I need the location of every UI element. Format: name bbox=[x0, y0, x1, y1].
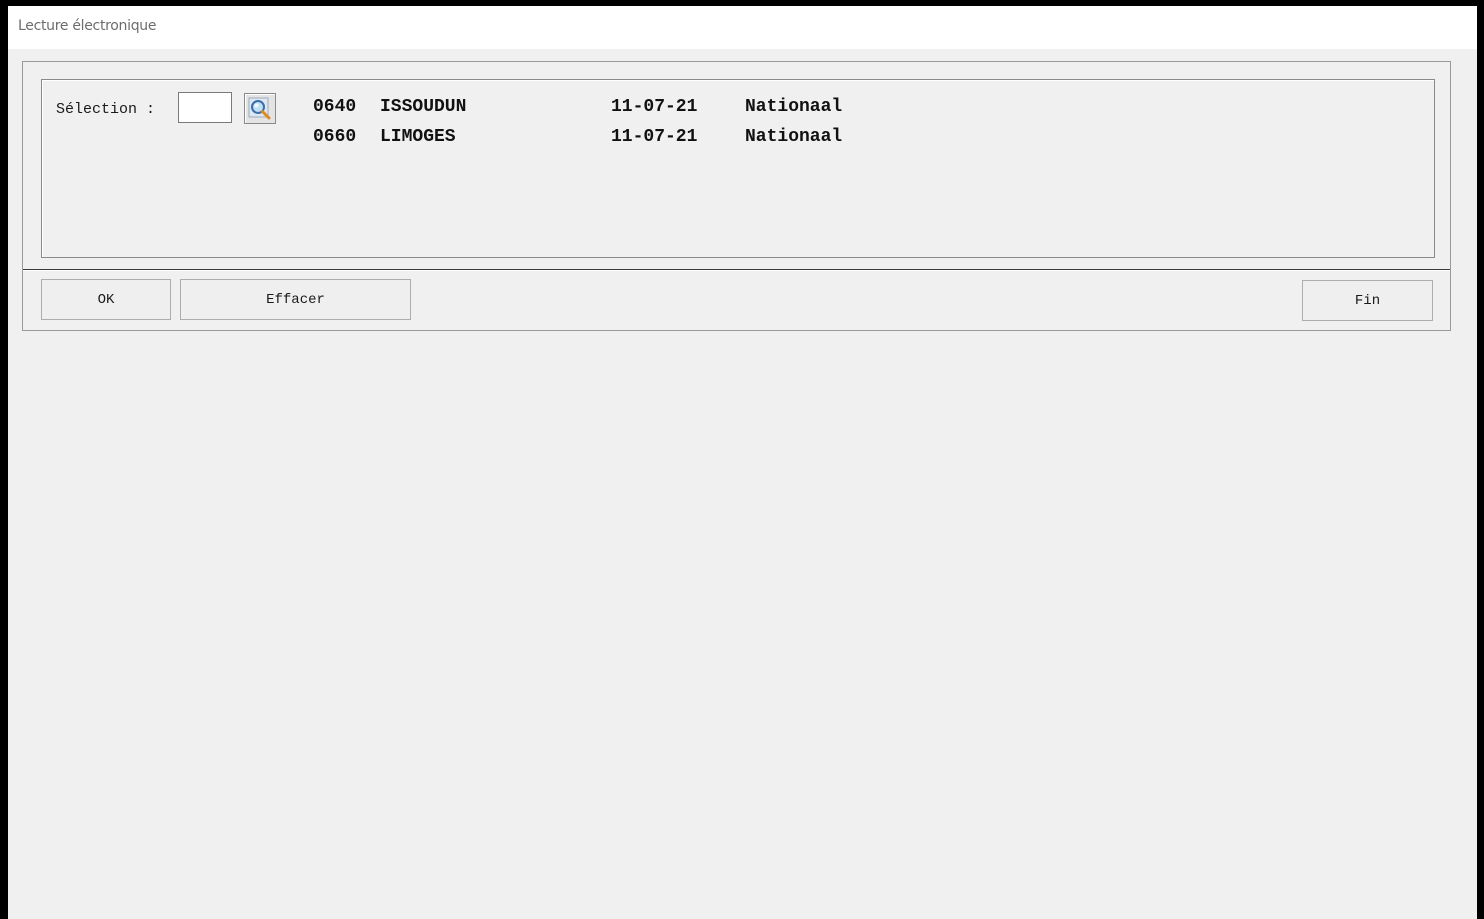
magnifier-icon bbox=[248, 97, 271, 120]
selection-input[interactable] bbox=[178, 92, 232, 123]
window-title: Lecture électronique bbox=[18, 18, 157, 34]
list-item[interactable]: 0640 ISSOUDUN 11-07-21 Nationaal bbox=[313, 97, 842, 121]
effacer-button[interactable]: Effacer bbox=[180, 279, 411, 320]
search-button[interactable] bbox=[244, 93, 276, 124]
list-item-code: 0660 bbox=[313, 127, 357, 147]
list-item-type: Nationaal bbox=[745, 97, 843, 117]
selection-label: Sélection : bbox=[56, 101, 156, 118]
list-item-date: 11-07-21 bbox=[611, 127, 698, 147]
ok-button[interactable]: OK bbox=[41, 279, 171, 320]
divider bbox=[23, 269, 1450, 271]
list-item-code: 0640 bbox=[313, 97, 357, 117]
list-item-city: LIMOGES bbox=[380, 127, 456, 147]
fin-button[interactable]: Fin bbox=[1302, 280, 1433, 321]
list-item-date: 11-07-21 bbox=[611, 97, 698, 117]
main-window: Lecture électronique Sélection : 0640 IS… bbox=[8, 6, 1477, 919]
list-item-type: Nationaal bbox=[745, 127, 843, 147]
list-item[interactable]: 0660 LIMOGES 11-07-21 Nationaal bbox=[313, 127, 842, 151]
list-item-city: ISSOUDUN bbox=[380, 97, 467, 117]
title-bar: Lecture électronique bbox=[8, 6, 1477, 49]
